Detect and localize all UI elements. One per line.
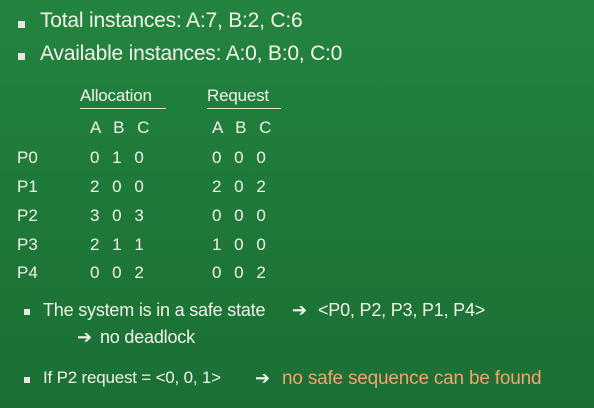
allocation-underline: [80, 108, 166, 109]
right-arrow-icon: ➔: [292, 300, 308, 320]
right-arrow-icon: ➔: [77, 327, 93, 347]
square-bullet-icon: [24, 309, 30, 315]
allocation-subheader: A B C: [90, 118, 154, 137]
request-cell: 0 0 2: [212, 263, 270, 282]
total-instances-text: Total instances: A:7, B:2, C:6: [40, 9, 303, 32]
allocation-header: Allocation: [80, 86, 152, 105]
no-safe-sequence-text: no safe sequence can be found: [282, 368, 542, 389]
square-bullet-icon: [24, 377, 30, 383]
square-bullet-icon: [18, 21, 25, 28]
request-cell: 0 0 0: [212, 206, 270, 225]
allocation-cell: 0 0 2: [90, 263, 148, 282]
no-deadlock-text: no deadlock: [100, 327, 195, 347]
slide: Total instances: A:7, B:2, C:6 Available…: [0, 0, 594, 408]
allocation-cell: 0 1 0: [90, 148, 148, 167]
request-cell: 2 0 2: [212, 177, 270, 196]
p2-request-text: If P2 request = <0, 0, 1>: [43, 368, 221, 387]
request-cell: 1 0 0: [212, 235, 270, 254]
square-bullet-icon: [18, 53, 25, 60]
request-cell: 0 0 0: [212, 148, 270, 167]
process-label: P1: [17, 177, 38, 196]
right-arrow-icon: ➔: [255, 368, 271, 388]
request-subheader: A B C: [212, 118, 276, 137]
request-underline: [207, 108, 281, 109]
process-label: P2: [17, 206, 38, 225]
request-header: Request: [207, 86, 269, 105]
allocation-cell: 2 1 1: [90, 235, 148, 254]
safe-sequence-text: <P0, P2, P3, P1, P4>: [318, 300, 486, 320]
process-label: P4: [17, 263, 38, 282]
process-label: P0: [17, 148, 38, 167]
allocation-cell: 2 0 0: [90, 177, 148, 196]
process-label: P3: [17, 235, 38, 254]
safe-state-text: The system is in a safe state: [43, 300, 266, 320]
allocation-cell: 3 0 3: [90, 206, 148, 225]
available-instances-text: Available instances: A:0, B:0, C:0: [40, 42, 343, 65]
